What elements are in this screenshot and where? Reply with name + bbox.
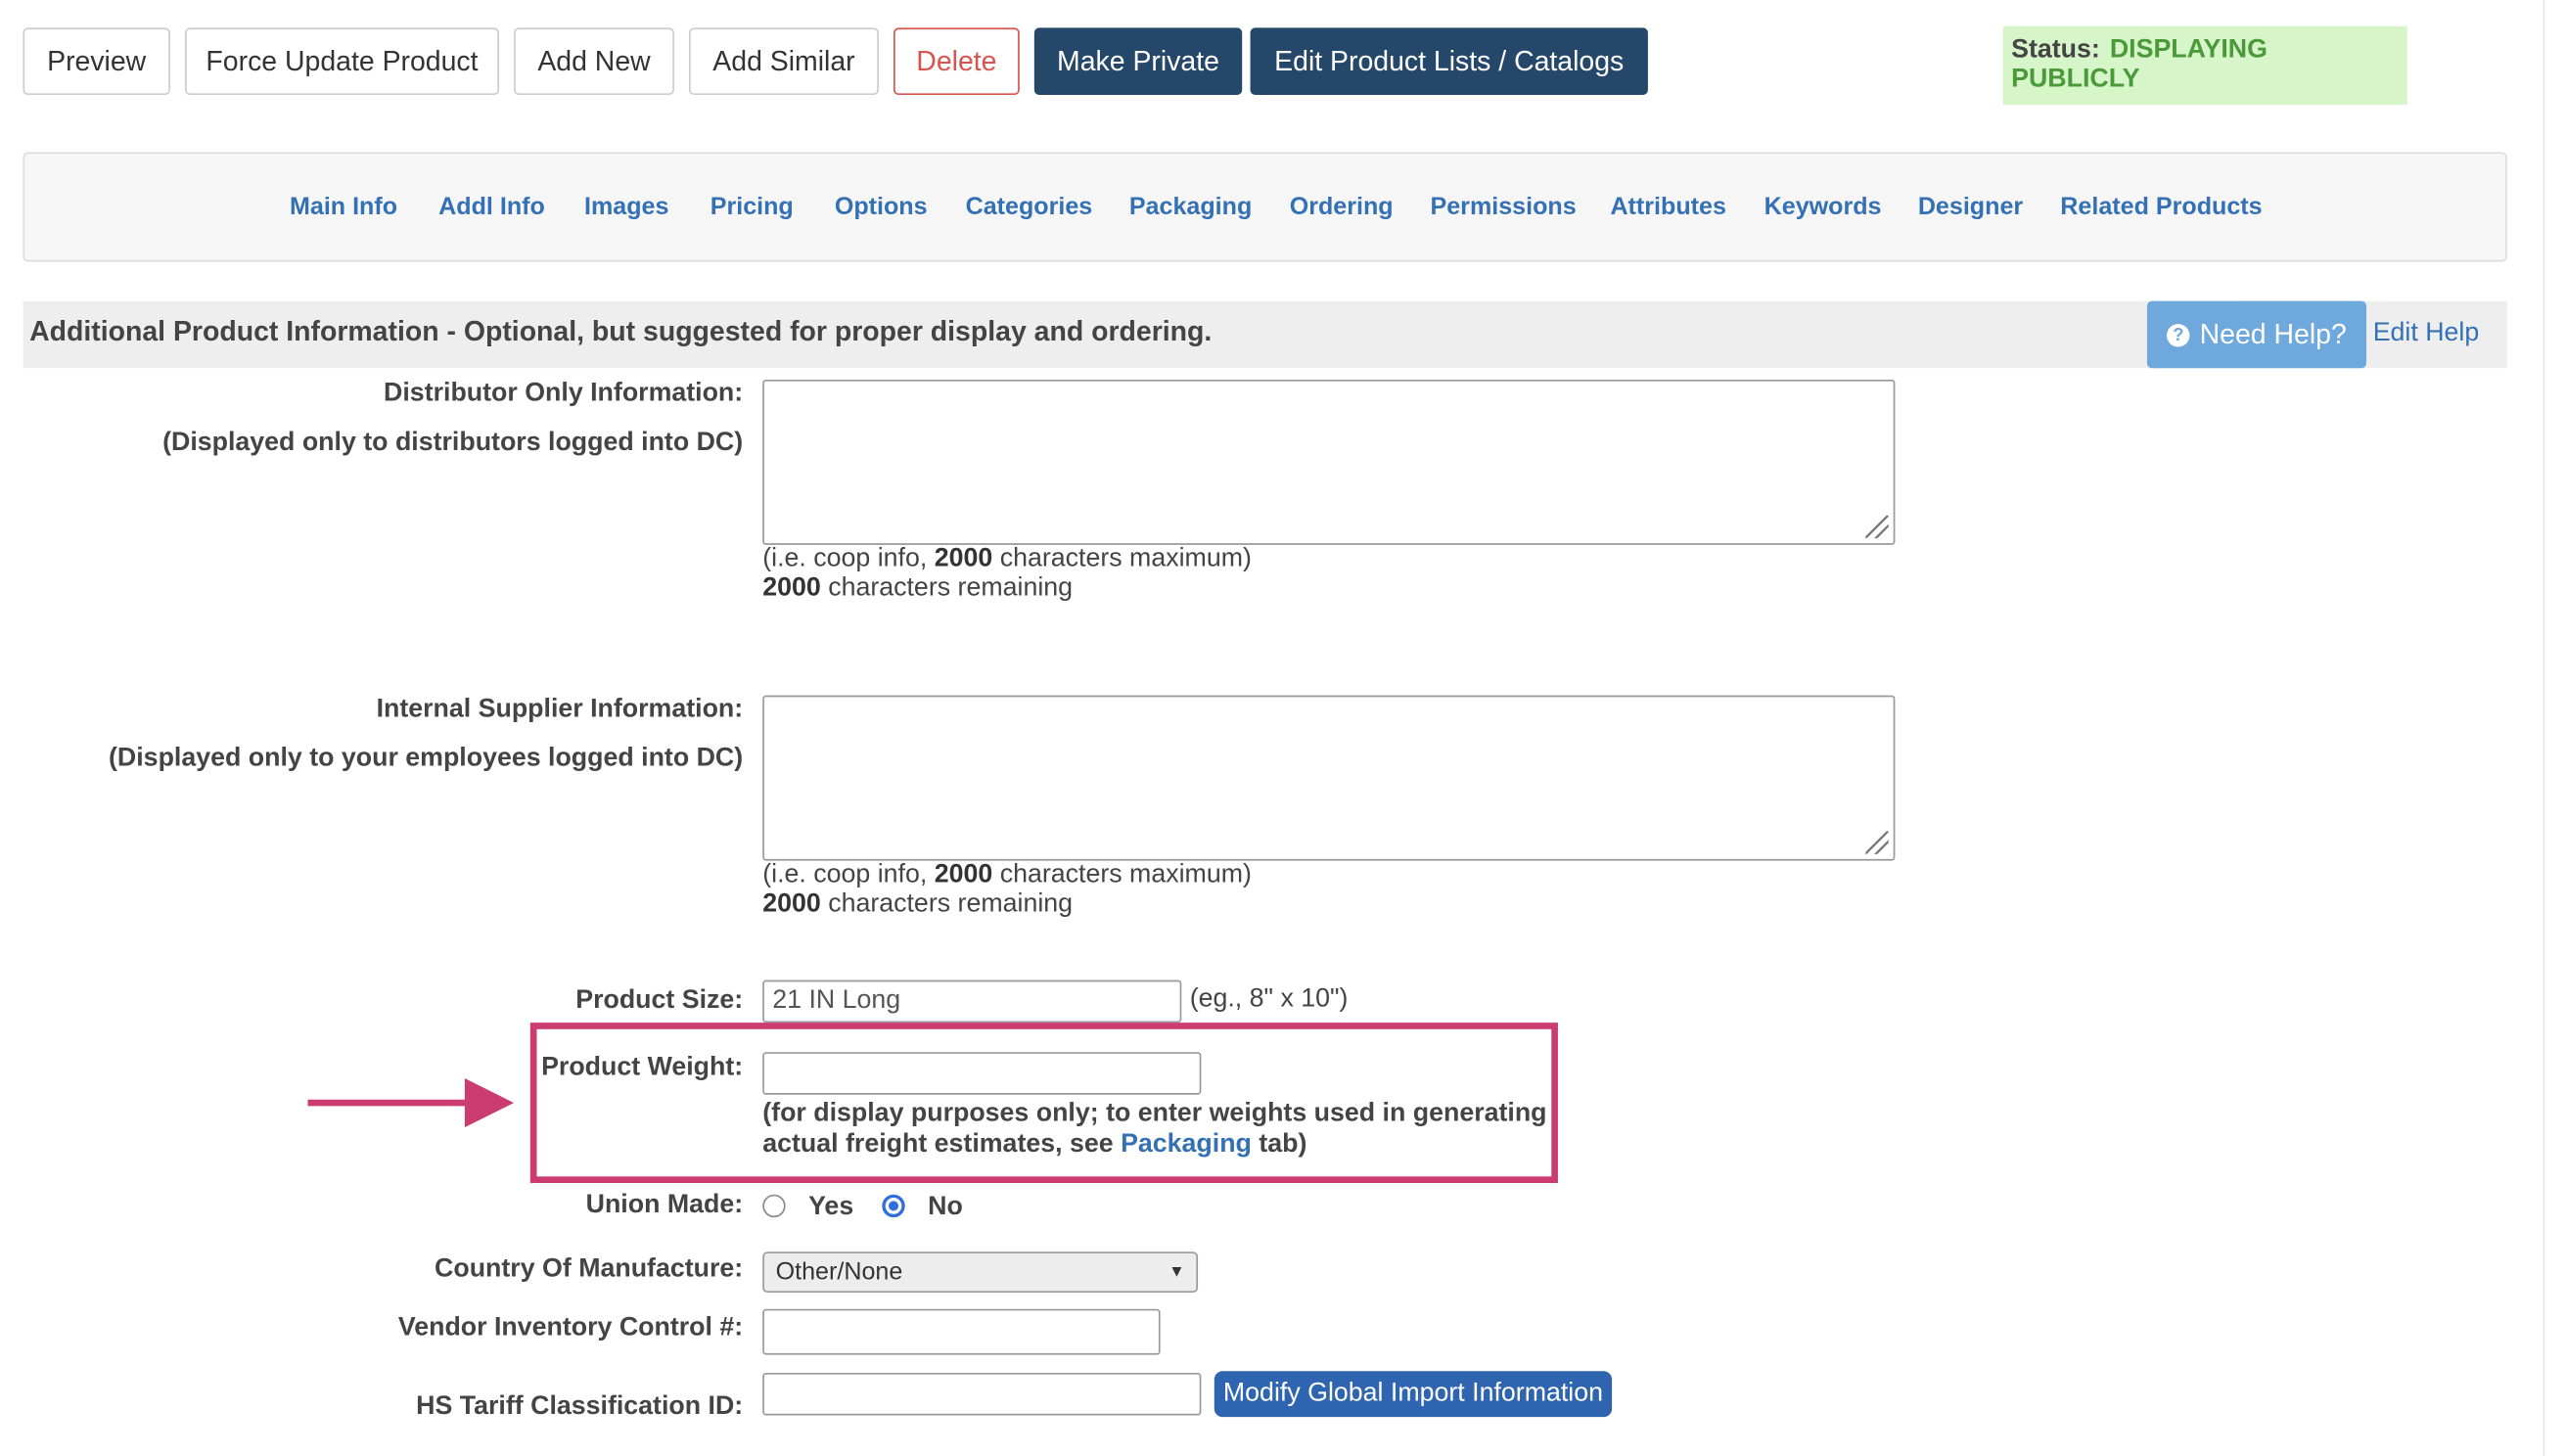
- tab-addl-info[interactable]: Addl Info: [438, 193, 545, 220]
- tab-images[interactable]: Images: [584, 193, 668, 220]
- question-circle-icon: ?: [2167, 323, 2190, 346]
- tab-navigation: Main Info Addl Info Images Pricing Optio…: [23, 152, 2507, 262]
- remaining-count: 2000: [762, 889, 821, 919]
- weight-note-line2: actual freight estimates, see Packaging …: [762, 1129, 1546, 1160]
- hs-tariff-label: HS Tariff Classification ID:: [416, 1392, 744, 1421]
- need-help-label: Need Help?: [2199, 318, 2347, 350]
- edit-product-lists-button[interactable]: Edit Product Lists / Catalogs: [1250, 27, 1648, 95]
- supplier-info-textarea[interactable]: [762, 695, 1896, 861]
- hs-tariff-input[interactable]: [762, 1372, 1202, 1416]
- tab-options[interactable]: Options: [835, 193, 928, 220]
- hint-max: 2000: [934, 544, 993, 573]
- weight-note-line1: (for display purposes only; to enter wei…: [762, 1099, 1547, 1128]
- tab-permissions[interactable]: Permissions: [1431, 193, 1577, 220]
- scrollbar[interactable]: [2543, 0, 2545, 1456]
- preview-button[interactable]: Preview: [23, 27, 170, 95]
- arrow-right-icon: [307, 1077, 515, 1128]
- tab-designer[interactable]: Designer: [1918, 193, 2023, 220]
- union-made-yes-radio[interactable]: [762, 1194, 786, 1218]
- supplier-info-sublabel: (Displayed only to your employees logged…: [109, 744, 744, 773]
- distributor-info-hint: (i.e. coop info, 2000 characters maximum…: [762, 545, 1252, 574]
- tab-categories[interactable]: Categories: [966, 193, 1093, 220]
- product-size-input[interactable]: 21 IN Long: [762, 979, 1182, 1024]
- status-label: Status:: [2011, 35, 2100, 65]
- status-badge: Status: DISPLAYING PUBLICLY: [2002, 25, 2407, 106]
- product-size-example: (eg., 8" x 10"): [1189, 984, 1349, 1014]
- tab-keywords[interactable]: Keywords: [1764, 193, 1882, 220]
- supplier-info-remaining: 2000 characters remaining: [762, 890, 1073, 920]
- distributor-info-label: Distributor Only Information:: [384, 379, 744, 408]
- hint-suffix: characters maximum): [992, 860, 1252, 889]
- supplier-info-label: Internal Supplier Information:: [376, 695, 744, 724]
- edit-help-link[interactable]: Edit Help: [2373, 319, 2480, 348]
- need-help-button[interactable]: ? Need Help?: [2146, 300, 2367, 369]
- distributor-info-remaining: 2000 characters remaining: [762, 574, 1073, 604]
- tab-related-products[interactable]: Related Products: [2060, 193, 2262, 220]
- union-made-yes-label[interactable]: Yes: [808, 1193, 853, 1222]
- hint-suffix: characters maximum): [992, 544, 1252, 573]
- force-update-product-button[interactable]: Force Update Product: [184, 27, 500, 95]
- add-new-button[interactable]: Add New: [514, 27, 674, 95]
- packaging-tab-link[interactable]: Packaging: [1121, 1130, 1252, 1158]
- chevron-down-icon: ▼: [1168, 1262, 1185, 1282]
- remaining-text: characters remaining: [820, 573, 1074, 603]
- hint-max: 2000: [934, 860, 993, 889]
- product-edit-page: Preview Force Update Product Add New Add…: [0, 0, 2566, 1456]
- tab-packaging[interactable]: Packaging: [1129, 193, 1252, 220]
- add-similar-button[interactable]: Add Similar: [688, 27, 879, 95]
- union-made-label: Union Made:: [585, 1191, 744, 1219]
- country-of-manufacture-select[interactable]: Other/None ▼: [762, 1251, 1199, 1294]
- country-selected-value: Other/None: [775, 1257, 903, 1287]
- product-weight-input[interactable]: [762, 1052, 1202, 1095]
- distributor-info-sublabel: (Displayed only to distributors logged i…: [162, 429, 744, 457]
- product-weight-label: Product Weight:: [541, 1053, 744, 1082]
- tab-main-info[interactable]: Main Info: [290, 193, 397, 220]
- supplier-info-hint: (i.e. coop info, 2000 characters maximum…: [762, 861, 1252, 890]
- tab-ordering[interactable]: Ordering: [1290, 193, 1394, 220]
- weight-note-suffix: tab): [1251, 1130, 1307, 1159]
- product-size-label: Product Size:: [575, 986, 744, 1015]
- union-made-no-radio[interactable]: [882, 1194, 905, 1218]
- delete-button[interactable]: Delete: [894, 27, 1020, 95]
- hint-prefix: (i.e. coop info,: [762, 860, 935, 889]
- make-private-button[interactable]: Make Private: [1033, 27, 1243, 95]
- distributor-info-textarea[interactable]: [762, 379, 1896, 545]
- section-title: Additional Product Information - Optiona…: [29, 315, 1213, 347]
- product-weight-note: (for display purposes only; to enter wei…: [762, 1098, 1546, 1160]
- weight-note-prefix: actual freight estimates, see: [762, 1130, 1122, 1159]
- vendor-inventory-input[interactable]: [762, 1308, 1161, 1355]
- tab-pricing[interactable]: Pricing: [710, 193, 794, 220]
- tab-attributes[interactable]: Attributes: [1610, 193, 1725, 220]
- section-header: Additional Product Information - Optiona…: [23, 300, 2507, 369]
- remaining-count: 2000: [762, 573, 821, 603]
- resize-grip-icon[interactable]: [1865, 515, 1889, 539]
- country-of-manufacture-label: Country Of Manufacture:: [435, 1254, 744, 1284]
- modify-global-import-button[interactable]: Modify Global Import Information: [1214, 1371, 1613, 1418]
- remaining-text: characters remaining: [820, 889, 1074, 919]
- resize-grip-icon[interactable]: [1865, 831, 1889, 854]
- hint-prefix: (i.e. coop info,: [762, 544, 935, 573]
- vendor-inventory-label: Vendor Inventory Control #:: [397, 1313, 744, 1342]
- union-made-no-label[interactable]: No: [928, 1193, 963, 1222]
